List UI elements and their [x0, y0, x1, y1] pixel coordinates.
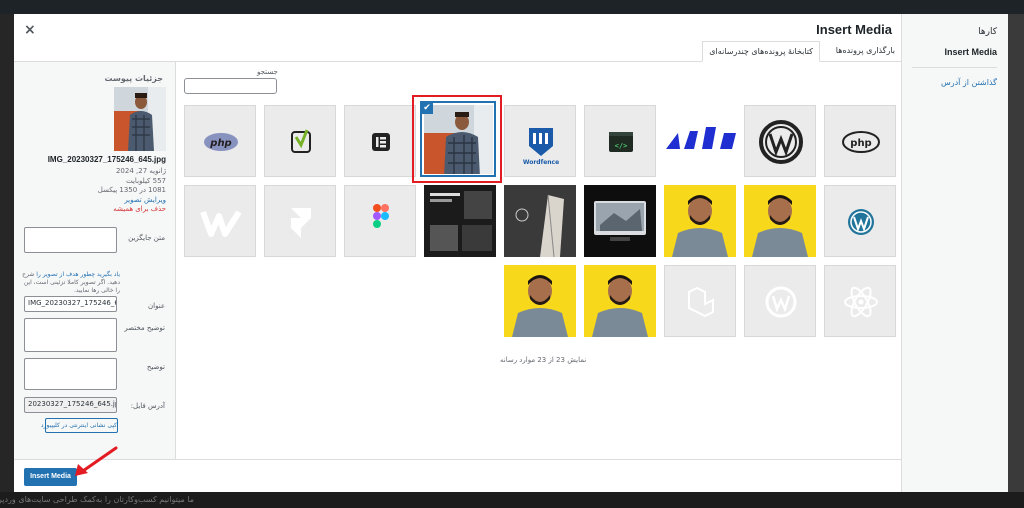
copy-url-button[interactable]: کپی نشانی اینترنتی در کلیپبورد — [41, 418, 118, 433]
details-dimensions: 1081 در 1350 پیکسل — [97, 186, 166, 194]
file-url-label: آدرس فایل: — [130, 402, 165, 410]
attachment-tile[interactable] — [344, 185, 416, 257]
attachment-details-sidebar: جزئیات پیوست IMG_20230327_175246_645.jpg… — [14, 62, 176, 459]
attachment-tile[interactable] — [664, 265, 736, 337]
details-filesize: 557 کیلوبایت — [126, 177, 166, 185]
tab-upload-files[interactable]: بارگذاری پرونده‌ها — [830, 41, 901, 62]
attachment-tile-selected[interactable] — [424, 105, 496, 177]
menu-item-insert-media[interactable]: Insert Media — [944, 47, 997, 57]
attachments-count: نمایش 23 از 23 موارد رسانه — [500, 356, 587, 364]
svg-text:</>: </> — [615, 142, 628, 150]
svg-text:Wordfence: Wordfence — [523, 159, 559, 166]
close-icon[interactable]: × — [24, 22, 36, 38]
search-input[interactable] — [184, 78, 277, 94]
insert-media-button[interactable]: Insert Media — [24, 468, 77, 486]
file-url-field[interactable]: 20230327_175246_645.jpg — [24, 397, 117, 413]
menu-item-insert-from-url[interactable]: گذاشتن از آدرس — [941, 78, 997, 87]
attachment-tile[interactable] — [424, 185, 496, 257]
svg-text:php: php — [209, 138, 231, 149]
details-heading: جزئیات پیوست — [104, 74, 163, 83]
attachment-tile[interactable] — [744, 185, 816, 257]
media-toolbar: Insert Media — [14, 459, 901, 492]
check-icon[interactable]: ✔ — [421, 102, 433, 114]
attachment-tile[interactable] — [264, 185, 336, 257]
modal-title: Insert Media — [816, 22, 892, 37]
attachment-tile[interactable] — [184, 185, 256, 257]
attachment-tile[interactable]: Wordfence — [504, 105, 576, 177]
title-label: عنوان — [148, 302, 165, 310]
delete-permanently-link[interactable]: حذف برای همیشه — [113, 205, 166, 213]
attachment-tile[interactable] — [584, 265, 656, 337]
alt-text-label: متن جایگزین — [128, 234, 165, 242]
edit-image-link[interactable]: ویرایش تصویر — [124, 196, 166, 204]
admin-bar — [0, 0, 1024, 14]
description-field[interactable] — [24, 358, 117, 390]
background-strip — [1008, 14, 1024, 508]
alt-text-help: یاد بگیرید چطور هدف از تصویر را شرح دهید… — [22, 271, 120, 295]
background-text: ما میتوانیم کسب‌وکارتان را به‌کمک طراحی … — [0, 492, 1024, 508]
caption-label: توضیح مختصر — [124, 324, 165, 332]
menu-separator — [912, 67, 997, 68]
attachment-tile[interactable]: </> — [584, 105, 656, 177]
svg-text:php: php — [850, 138, 871, 149]
alt-text-field[interactable] — [24, 227, 117, 253]
media-modal: × Insert Media کارها Insert Media گذاشتن… — [14, 14, 1008, 492]
attachment-tile[interactable] — [664, 185, 736, 257]
media-menu: کارها Insert Media گذاشتن از آدرس — [901, 14, 1008, 492]
attachment-tile[interactable] — [264, 105, 336, 177]
attachment-tile[interactable] — [504, 185, 576, 257]
tab-media-library[interactable]: کتابخانهٔ پرونده‌های چندرسانه‌ای — [702, 41, 820, 62]
attachment-tile[interactable] — [824, 185, 896, 257]
details-thumbnail — [114, 87, 166, 151]
annotation-arrow-icon — [75, 446, 118, 476]
title-field[interactable]: IMG_20230327_175246_645 — [24, 296, 117, 312]
menu-heading: کارها — [978, 27, 997, 37]
details-filename: IMG_20230327_175246_645.jpg — [47, 155, 166, 164]
attachment-tile[interactable]: php — [824, 105, 896, 177]
attachment-tile[interactable] — [504, 265, 576, 337]
description-label: توضیح — [146, 363, 165, 371]
details-date: ژانویه 27, 2024 — [115, 167, 166, 175]
attachment-tile[interactable]: php — [184, 105, 256, 177]
caption-field[interactable] — [24, 318, 117, 352]
attachment-tile[interactable] — [344, 105, 416, 177]
attachment-tile[interactable] — [744, 105, 816, 177]
router-tabs: بارگذاری پرونده‌ها کتابخانهٔ پرونده‌های … — [14, 40, 901, 62]
attachment-tile[interactable] — [584, 185, 656, 257]
search-label: جستجو — [257, 68, 278, 76]
alt-text-help-link[interactable]: یاد بگیرید چطور هدف از تصویر را — [36, 271, 120, 278]
attachment-tile[interactable] — [664, 105, 736, 177]
attachment-tile[interactable] — [744, 265, 816, 337]
attachment-tile[interactable] — [824, 265, 896, 337]
